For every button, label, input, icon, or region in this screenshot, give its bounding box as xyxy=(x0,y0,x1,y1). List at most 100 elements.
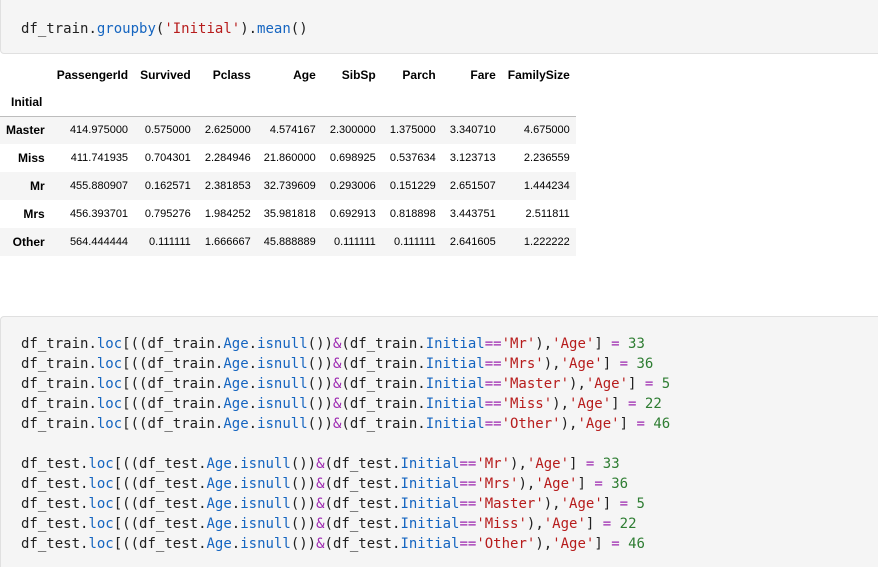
code-token: == xyxy=(484,416,502,432)
column-header: Pclass xyxy=(212,68,251,82)
table-cell: 0.818898 xyxy=(389,208,436,220)
table-cell: 455.880907 xyxy=(69,180,129,192)
code-token: == xyxy=(459,496,477,512)
code-token: ] xyxy=(594,336,612,352)
code-token: . xyxy=(248,396,258,412)
table-cell: 0.575000 xyxy=(144,124,191,137)
code-token: . xyxy=(88,416,97,432)
code-token: ] xyxy=(569,456,586,472)
code-token: ), xyxy=(560,416,578,432)
code-token: df_train xyxy=(21,396,89,412)
code-token: ), xyxy=(526,516,544,532)
code-line: df_train.loc[((df_train.Age.isnull())&(d… xyxy=(21,334,670,354)
code-cell-groupby[interactable]: df_train.groupby('Initial').mean() xyxy=(0,0,878,54)
index-name-row: Initial xyxy=(0,88,576,117)
code-token: df_test xyxy=(21,516,81,532)
code-token: 33 xyxy=(628,336,645,352)
column-header: Survived xyxy=(140,68,191,82)
code-token: Age xyxy=(206,536,232,552)
code-token: df_train xyxy=(21,416,89,432)
table-cell: 2.625000 xyxy=(204,124,251,137)
table-cell: 0.704301 xyxy=(144,152,191,164)
table-cell: 0.537634 xyxy=(389,152,436,164)
code-token: = xyxy=(619,356,629,372)
code-line: df_test.loc[((df_test.Age.isnull())&(df_… xyxy=(21,494,670,514)
code-token: & xyxy=(316,496,325,512)
table-cell: 4.675000 xyxy=(523,124,570,137)
code-line: df_train.loc[((df_train.Age.isnull())&(d… xyxy=(21,394,670,414)
code-token: Initial xyxy=(425,376,485,392)
code-token: df_train xyxy=(21,21,89,37)
code-line: df_test.loc[((df_test.Age.isnull())&(df_… xyxy=(21,454,670,474)
code-token: isnull xyxy=(240,476,291,492)
code-token: [(( xyxy=(122,416,148,432)
table-cell: 3.340710 xyxy=(449,124,496,137)
code-token: isnull xyxy=(257,416,308,432)
code-token: loc xyxy=(96,396,123,412)
code-token: groupby xyxy=(96,21,156,37)
table-cell: 1.666667 xyxy=(204,236,251,248)
code-token: 'Initial' xyxy=(164,21,241,37)
code-token: () xyxy=(290,21,308,37)
code-token: df_test xyxy=(21,476,81,492)
code-token: ), xyxy=(569,376,586,392)
code-token: 'Age' xyxy=(585,376,629,392)
code-cell-fill-age[interactable]: df_train.loc[((df_train.Age.isnull())&(d… xyxy=(0,316,878,567)
code-token: df_test xyxy=(332,456,392,472)
code-token: ), xyxy=(510,456,527,472)
table-cell: 0.151229 xyxy=(389,180,436,192)
code-token: df_test xyxy=(21,496,81,512)
code-token: Initial xyxy=(425,356,485,372)
code-token: ), xyxy=(552,396,570,412)
dataframe-table: PassengerId Survived Pclass Age SibSp Parch Fa… xyxy=(0,62,576,256)
code-token: . xyxy=(88,356,97,372)
code-line: df_test.loc[((df_test.Age.isnull())&(df_… xyxy=(21,474,670,494)
table-cell: 414.975000 xyxy=(69,124,129,137)
code-token: == xyxy=(459,516,477,532)
table-cell: 0.795276 xyxy=(144,208,191,220)
code-token: Age xyxy=(223,356,249,372)
code-token: 'Mr' xyxy=(476,456,511,472)
code-token: 5 xyxy=(636,496,645,512)
code-token: . xyxy=(417,376,426,392)
code-token: df_test xyxy=(139,456,199,472)
code-token: [(( xyxy=(113,536,140,552)
code-token: . xyxy=(248,356,258,372)
code-token: . xyxy=(417,336,426,352)
code-token: = xyxy=(611,536,620,552)
dataframe-output: PassengerId Survived Pclass Age SibSp Parch Fa… xyxy=(0,62,576,256)
code-token: df_train xyxy=(349,376,418,392)
row-index-label: Master xyxy=(6,123,45,138)
code-token: Age xyxy=(223,376,249,392)
code-token: ( xyxy=(324,496,333,512)
table-cell: 564.444444 xyxy=(69,236,129,248)
code-token: df_train xyxy=(147,376,215,392)
code-token: 36 xyxy=(636,356,654,372)
table-row: Mrs 456.393701 0.795276 1.984252 35.981818 0.… xyxy=(0,200,576,228)
code-token: = xyxy=(619,496,629,512)
code-token: . xyxy=(231,496,241,512)
code-token: == xyxy=(484,376,502,392)
code-line: df_train.loc[((df_train.Age.isnull())&(d… xyxy=(21,374,670,394)
code-token: isnull xyxy=(257,356,308,372)
code-token: df_train xyxy=(147,416,215,432)
table-cell: 1.444234 xyxy=(523,180,570,192)
code-token: . xyxy=(198,536,207,552)
code-token: loc xyxy=(88,516,114,532)
code-token: 'Mrs' xyxy=(476,476,519,492)
code-token: df_train xyxy=(349,336,418,352)
code-token: isnull xyxy=(240,456,291,472)
code-body: df_train.loc[((df_train.Age.isnull())&(d… xyxy=(21,334,670,554)
code-token: ()) xyxy=(307,376,333,392)
code-token: 'Miss' xyxy=(476,516,527,532)
code-token: Age xyxy=(206,496,232,512)
table-cell: 0.111111 xyxy=(393,236,436,248)
code-token: 'Age' xyxy=(526,456,570,472)
code-token: [(( xyxy=(113,476,140,492)
code-token: 'Other' xyxy=(501,416,561,432)
code-token: [(( xyxy=(122,356,148,372)
